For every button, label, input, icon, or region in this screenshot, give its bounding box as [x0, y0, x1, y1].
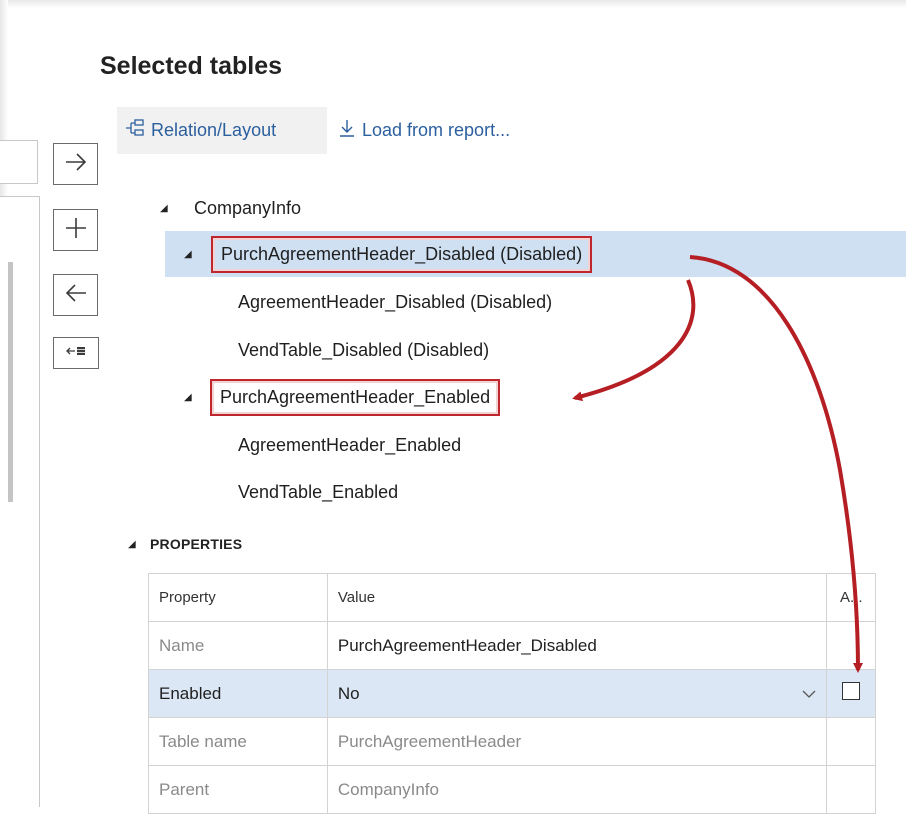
- grid-spacer: [876, 574, 906, 622]
- tree-node-vendtable-disabled[interactable]: VendTable_Disabled (Disabled): [160, 328, 906, 372]
- tree-node-vendtable-enabled[interactable]: VendTable_Enabled: [160, 470, 906, 514]
- grid-header-row: Property Value A...: [148, 573, 906, 622]
- property-value-cell[interactable]: PurchAgreementHeader_Disabled: [326, 621, 828, 670]
- add-child-button[interactable]: [53, 209, 98, 251]
- collapse-caret-icon[interactable]: ◢: [128, 539, 140, 550]
- remove-all-button[interactable]: [53, 337, 99, 369]
- expand-caret-icon[interactable]: ◢: [184, 392, 196, 403]
- grid-spacer: [876, 718, 906, 766]
- relation-layout-label: Relation/Layout: [151, 120, 277, 140]
- column-header-value[interactable]: Value: [326, 573, 828, 622]
- expand-caret-icon[interactable]: ◢: [184, 249, 196, 260]
- remove-all-icon: [65, 344, 87, 362]
- remove-table-button[interactable]: [53, 274, 98, 316]
- property-name-cell: Enabled: [148, 669, 328, 718]
- properties-title: PROPERTIES: [150, 536, 243, 552]
- enabled-checkbox[interactable]: [842, 682, 861, 700]
- download-icon: [338, 118, 356, 143]
- tree-node-label: VendTable_Disabled (Disabled): [238, 339, 490, 360]
- page-title: Selected tables: [100, 52, 283, 80]
- property-value-cell: CompanyInfo: [326, 765, 828, 814]
- tree-node-agreementheader-disabled[interactable]: AgreementHeader_Disabled (Disabled): [160, 280, 906, 324]
- property-flag-cell: [826, 765, 877, 814]
- tree-node-agreementheader-enabled[interactable]: AgreementHeader_Enabled: [160, 423, 906, 467]
- arrow-right-icon: [63, 151, 89, 178]
- property-value-cell: PurchAgreementHeader: [326, 717, 828, 766]
- property-flag-cell: [826, 621, 877, 670]
- arrow-left-icon: [63, 282, 89, 309]
- property-name-cell: Table name: [148, 717, 328, 766]
- grid-spacer: [876, 622, 906, 670]
- properties-section-header[interactable]: ◢ PROPERTIES: [128, 536, 242, 552]
- relation-icon: [125, 119, 145, 142]
- table-row[interactable]: Table name PurchAgreementHeader: [148, 717, 906, 766]
- plus-icon: [64, 216, 88, 245]
- column-header-a[interactable]: A...: [826, 573, 877, 622]
- available-tables-pane[interactable]: [0, 196, 40, 807]
- enabled-dropdown[interactable]: No: [326, 669, 828, 718]
- left-pane-scrollbar[interactable]: [8, 262, 13, 502]
- tree-node-label: VendTable_Enabled: [238, 481, 399, 502]
- properties-grid: Property Value A... Name PurchAgreementH…: [148, 573, 906, 814]
- table-row[interactable]: Name PurchAgreementHeader_Disabled: [148, 621, 906, 670]
- tree-node-label: PurchAgreementHeader_Disabled (Disabled): [211, 235, 593, 273]
- property-name-cell: Name: [148, 621, 328, 670]
- load-from-report-label: Load from report...: [362, 120, 511, 140]
- tree-node-purchagreementheader-enabled[interactable]: ◢ PurchAgreementHeader_Enabled: [160, 374, 906, 420]
- table-row[interactable]: Parent CompanyInfo: [148, 765, 906, 814]
- window-top-edge: [0, 0, 906, 8]
- tree-node-label: PurchAgreementHeader_Enabled: [210, 378, 501, 416]
- tree-node-companyinfo[interactable]: ◢ CompanyInfo: [160, 186, 906, 230]
- tree-node-label: CompanyInfo: [194, 197, 302, 218]
- tree-node-label: AgreementHeader_Enabled: [238, 434, 462, 455]
- column-header-property[interactable]: Property: [148, 573, 328, 622]
- add-table-button[interactable]: [53, 143, 98, 185]
- chevron-down-icon[interactable]: [802, 684, 816, 704]
- property-name-cell: Parent: [148, 765, 328, 814]
- load-from-report-button[interactable]: Load from report...: [334, 107, 510, 154]
- tree-node-label: AgreementHeader_Disabled (Disabled): [238, 291, 553, 312]
- tree-node-purchagreementheader-disabled[interactable]: ◢ PurchAgreementHeader_Disabled (Disable…: [165, 231, 906, 277]
- grid-spacer: [876, 766, 906, 814]
- relation-layout-button[interactable]: Relation/Layout: [117, 107, 327, 154]
- grid-spacer: [876, 670, 906, 718]
- table-row[interactable]: Enabled No: [148, 669, 906, 718]
- left-search-input[interactable]: [0, 140, 38, 184]
- enabled-dropdown-value: No: [337, 683, 360, 703]
- enabled-checkbox-cell[interactable]: [826, 669, 877, 718]
- property-flag-cell: [826, 717, 877, 766]
- expand-caret-icon[interactable]: ◢: [160, 203, 172, 214]
